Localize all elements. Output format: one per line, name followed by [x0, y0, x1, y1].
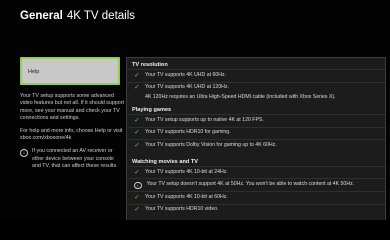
list-item: ✓ Your TV supports 4K UHD at 120Hz. — [127, 81, 385, 95]
description-paragraph-2: For help and more info, choose Help or v… — [20, 127, 123, 142]
list-item: ✓ Your TV supports 4K 10-bit at 24Hz. — [127, 165, 385, 179]
check-icon: ✓ — [134, 141, 140, 149]
left-column: Help Your TV setup supports some advance… — [20, 57, 124, 171]
list-item: ✓ Your TV supports Dolby Vision for gami… — [127, 139, 385, 152]
check-icon: ✓ — [134, 71, 140, 79]
list-item-text: Your TV supports HDR10 for gaming. — [145, 129, 231, 136]
group-header: TV resolution — [132, 62, 168, 68]
list-item-text: Your TV supports 4K 10-bit at 60Hz. — [145, 193, 228, 200]
section-title: General — [20, 10, 63, 22]
check-icon: ✓ — [134, 206, 140, 214]
list-item: ✓ Your TV supports HDR10 video. — [127, 203, 385, 217]
details-panel[interactable]: TV resolution ✓ Your TV supports 4K UHD … — [126, 57, 386, 220]
description-paragraph-1: Your TV setup supports some advanced vid… — [20, 93, 124, 122]
list-item-text: Your TV supports HDR10 video. — [145, 206, 219, 213]
list-item: ✓ Your TV supports HDR10 for gaming. — [127, 126, 385, 140]
group-tv-resolution: TV resolution ✓ Your TV supports 4K UHD … — [127, 58, 385, 103]
list-item-subtext: 4K 120Hz requires an Ultra High-Speed HD… — [127, 94, 385, 103]
list-item: ✓ Your TV supports 4K UHD at 60Hz. — [127, 69, 385, 82]
list-item-text: 4K 120Hz requires an Ultra High-Speed HD… — [145, 94, 336, 101]
help-button[interactable]: Help — [20, 57, 120, 85]
info-icon: i — [20, 149, 28, 158]
list-item-text: Your TV supports Dolby Vision for gaming… — [145, 141, 277, 148]
description: Your TV setup supports some advanced vid… — [20, 93, 124, 142]
list-item-text: Your TV supports 4K UHD at 120Hz. — [145, 84, 229, 91]
check-icon: ✓ — [134, 84, 140, 92]
page-header: General 4K TV details — [20, 10, 135, 22]
list-item-text: Your TV setup supports up to native 4K a… — [145, 116, 264, 123]
list-item-text: Your TV supports 4K UHD at 60Hz. — [145, 71, 227, 78]
list-item: i Your TV setup doesn't support 4K at 50… — [127, 178, 385, 191]
page-title: 4K TV details — [66, 10, 136, 22]
check-icon: ✓ — [134, 129, 140, 137]
list-item-text: Your TV supports 4K 10-bit at 24Hz. — [145, 168, 228, 175]
list-item: ✓ Your TV supports 4K 10-bit at 60Hz. — [127, 190, 385, 204]
list-item: ✓ Your TV setup supports up to native 4K… — [127, 113, 385, 127]
group-header: Playing games — [132, 106, 172, 113]
check-icon: ✓ — [134, 193, 140, 201]
check-icon: ✓ — [134, 116, 140, 124]
group-watching-movies: Watching movies and TV ✓ Your TV support… — [127, 155, 385, 216]
group-playing-games: Playing games ✓ Your TV setup supports u… — [127, 103, 385, 152]
info-icon: i — [134, 181, 142, 190]
group-header: Watching movies and TV — [132, 158, 198, 165]
receiver-note: i If you connected an AV receiver or oth… — [20, 148, 124, 170]
list-item-text: Your TV setup doesn't support 4K at 50Hz… — [146, 181, 355, 188]
check-icon: ✓ — [134, 168, 140, 176]
screen: General 4K TV details Help Your TV setup… — [0, 0, 390, 220]
receiver-note-text: If you connected an AV receiver or other… — [32, 148, 118, 170]
